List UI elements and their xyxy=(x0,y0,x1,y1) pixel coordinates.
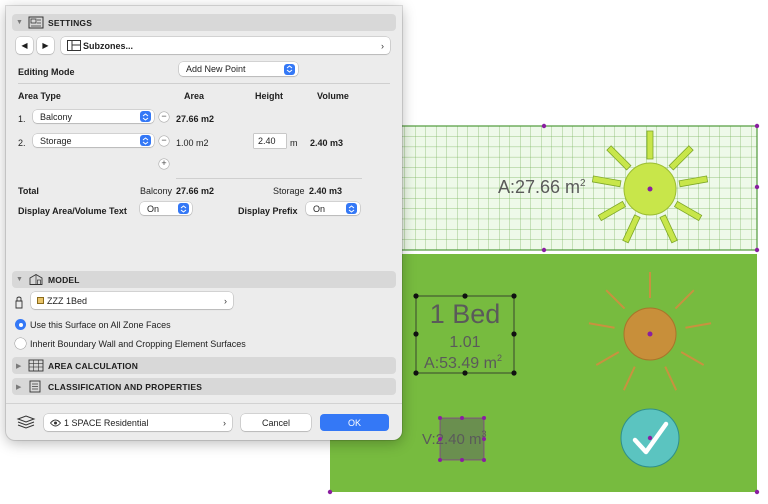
total-balcony-value: 27.66 m2 xyxy=(176,186,215,196)
prev-button[interactable]: ◀ xyxy=(16,37,33,54)
svg-text:V:2.40 m3: V:2.40 m3 xyxy=(422,429,487,448)
divider xyxy=(176,178,362,179)
model-title: MODEL xyxy=(48,274,80,285)
expand-triangle-icon[interactable]: ▶ xyxy=(16,383,28,391)
total-balcony-label: Balcony xyxy=(140,186,173,196)
model-3d-icon xyxy=(29,273,43,285)
editing-mode-popup[interactable]: Add New Point xyxy=(179,62,298,76)
chevron-right-icon: › xyxy=(381,40,384,51)
checkmark-icon xyxy=(620,408,680,468)
display-text-value: On xyxy=(147,203,160,214)
popup-stepper-icon xyxy=(140,111,151,122)
balcony-area-sup: 2 xyxy=(580,178,586,189)
surface-swatch xyxy=(37,297,44,304)
surface-value: ZZZ 1Bed xyxy=(47,295,88,306)
row-2-height-unit: m xyxy=(290,138,298,148)
display-prefix-value: On xyxy=(313,203,326,214)
col-area-type: Area Type xyxy=(18,91,61,101)
model-section-header[interactable]: ▼ MODEL xyxy=(12,271,396,288)
display-text-popup[interactable]: On xyxy=(140,202,192,215)
chevron-right-icon: › xyxy=(224,295,227,306)
col-height: Height xyxy=(255,91,283,101)
display-text-label: Display Area/Volume Text xyxy=(18,206,127,216)
row-2-index: 2. xyxy=(18,138,26,148)
row-1-type-popup[interactable]: Balcony xyxy=(33,110,154,123)
display-prefix-label: Display Prefix xyxy=(238,206,298,216)
chevron-right-icon: › xyxy=(223,417,226,428)
area-calculation-icon xyxy=(28,359,44,372)
svg-text:A:53.49 m2: A:53.49 m2 xyxy=(424,353,502,372)
expand-triangle-icon[interactable]: ▶ xyxy=(16,362,28,370)
next-button[interactable]: ▶ xyxy=(37,37,54,54)
ok-button[interactable]: OK xyxy=(320,414,389,431)
zone-name-label: 1 Bed xyxy=(430,299,501,329)
remove-row-2-button[interactable]: − xyxy=(159,136,169,146)
layer-popup[interactable]: 1 SPACE Residential › xyxy=(44,414,232,431)
row-2-type-popup[interactable]: Storage xyxy=(33,134,154,147)
cancel-button[interactable]: Cancel xyxy=(241,414,311,431)
radio-all-zone-faces[interactable] xyxy=(15,319,26,330)
remove-row-1-button[interactable]: − xyxy=(159,112,169,122)
add-row-button[interactable]: + xyxy=(159,159,169,169)
display-prefix-popup[interactable]: On xyxy=(306,202,360,215)
arrow-left-icon: ◀ xyxy=(21,41,28,50)
divider xyxy=(6,403,402,404)
total-storage-label: Storage xyxy=(273,186,305,196)
row-1-type: Balcony xyxy=(40,111,73,122)
row-2-height-field[interactable]: 2.40 xyxy=(254,134,286,148)
settings-title: SETTINGS xyxy=(48,17,93,28)
total-storage-value: 2.40 m3 xyxy=(309,186,343,196)
arrow-right-icon: ▶ xyxy=(42,41,49,50)
area-calculation-section-header[interactable]: ▶ AREA CALCULATION xyxy=(12,357,396,374)
row-1-index: 1. xyxy=(18,114,26,124)
layers-icon xyxy=(16,415,36,429)
radio-inherit-surfaces[interactable] xyxy=(15,338,26,349)
zone-settings-icon xyxy=(28,16,44,29)
editing-mode-label: Editing Mode xyxy=(18,67,75,77)
row-2-volume: 2.40 m3 xyxy=(310,138,344,148)
row-2-area: 1.00 m2 xyxy=(176,138,209,148)
col-volume: Volume xyxy=(317,91,349,101)
row-2-type: Storage xyxy=(40,135,72,146)
col-area: Area xyxy=(184,91,205,101)
subzones-popup[interactable]: Subzones... › xyxy=(61,37,390,54)
zone-settings-dialog: ▼ SETTINGS ◀ ▶ Subzones... › Editing Mod… xyxy=(6,6,402,440)
popup-stepper-icon xyxy=(346,203,357,214)
balcony-zone[interactable]: A:27.66 m2 xyxy=(393,125,758,251)
surface-popup[interactable]: ZZZ 1Bed › xyxy=(31,292,233,309)
zone-number-label: 1.01 xyxy=(449,334,480,351)
classification-list-icon xyxy=(29,380,41,393)
classification-title: CLASSIFICATION AND PROPERTIES xyxy=(48,381,203,392)
subzones-icon xyxy=(67,40,81,51)
balcony-area-label: A:27.66 m xyxy=(498,177,580,197)
editing-mode-value: Add New Point xyxy=(186,64,246,74)
svg-text:A:27.66 m2: A:27.66 m2 xyxy=(498,177,586,197)
settings-section-header[interactable]: ▼ SETTINGS xyxy=(12,14,396,31)
popup-stepper-icon xyxy=(284,63,295,75)
eye-icon xyxy=(50,419,61,426)
storage-volume-label: V:2.40 m xyxy=(422,431,481,448)
classification-section-header[interactable]: ▶ CLASSIFICATION AND PROPERTIES xyxy=(12,378,396,395)
row-1-area: 27.66 m2 xyxy=(176,114,215,124)
divider xyxy=(18,83,390,84)
radio-inherit-surfaces-label[interactable]: Inherit Boundary Wall and Cropping Eleme… xyxy=(30,339,246,349)
subzones-label: Subzones... xyxy=(83,40,134,51)
paint-bucket-icon xyxy=(15,296,23,309)
popup-stepper-icon xyxy=(178,203,189,214)
popup-stepper-icon xyxy=(140,135,151,146)
total-label: Total xyxy=(18,186,39,196)
collapse-triangle-icon[interactable]: ▼ xyxy=(16,19,28,26)
zone-area-sup: 2 xyxy=(497,353,502,363)
radio-all-zone-faces-label[interactable]: Use this Surface on All Zone Faces xyxy=(30,320,171,330)
layer-value: 1 SPACE Residential xyxy=(64,417,149,428)
collapse-triangle-icon[interactable]: ▼ xyxy=(16,276,28,283)
zone-area-label: A:53.49 m xyxy=(424,355,497,372)
area-calculation-title: AREA CALCULATION xyxy=(48,360,139,371)
